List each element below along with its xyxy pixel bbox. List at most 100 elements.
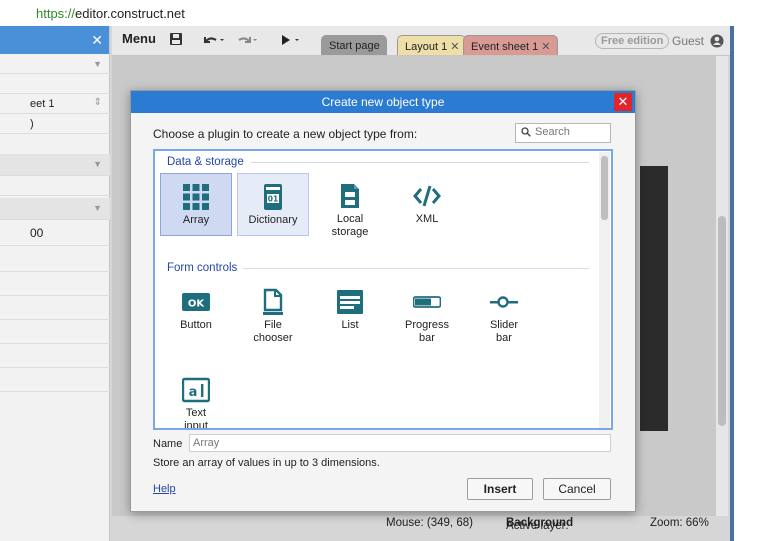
plugin-button[interactable]: OK Button [160, 279, 232, 342]
plugin-label: Text input [184, 407, 208, 430]
menu-button[interactable]: Menu [122, 31, 156, 51]
plugin-progress-bar[interactable]: Progress bar [391, 279, 463, 344]
url-host: editor.construct.net [75, 6, 185, 21]
dialog-prompt: Choose a plugin to create a new object t… [153, 127, 418, 141]
plugin-label: Progress bar [404, 319, 450, 344]
group-divider [251, 162, 589, 163]
guest-account[interactable]: Guest [672, 34, 724, 48]
status-bar: Mouse: (349, 68) Active layer: Backgroun… [378, 514, 718, 532]
dictionary-icon: 01 [259, 183, 287, 211]
zoom-level: Zoom: 66% [650, 517, 709, 529]
close-icon[interactable]: ✕ [91, 32, 103, 49]
free-edition-badge[interactable]: Free edition [595, 33, 670, 49]
file-icon [259, 288, 287, 316]
plugin-label: XML [415, 213, 439, 225]
plugin-file-chooser[interactable]: File chooser [237, 279, 309, 344]
tab-label: Event sheet 1 [471, 41, 539, 53]
plugin-dictionary[interactable]: 01 Dictionary [237, 173, 309, 236]
svg-text:01: 01 [268, 195, 278, 204]
right-edge [730, 26, 763, 541]
value-one: ) [30, 118, 34, 130]
svg-text:OK: OK [188, 299, 206, 310]
plugin-label: Local storage [331, 213, 369, 238]
main-toolbar: Menu Start page Layout 1 ✕ Event sheet 1 ✕… [112, 26, 732, 56]
plugin-description: Store an array of values in up to 3 dime… [153, 457, 380, 469]
guest-label: Guest [672, 34, 705, 48]
plugin-label: Dictionary [248, 214, 298, 226]
close-icon[interactable]: ✕ [614, 93, 632, 111]
undo-icon[interactable] [202, 34, 224, 54]
plugin-list[interactable]: Data & storage Array 01 Dictionary Local… [153, 149, 613, 430]
plugin-xml[interactable]: XML [391, 173, 463, 236]
xml-code-icon [413, 182, 441, 210]
scrollbar-thumb[interactable] [718, 216, 726, 426]
close-icon[interactable]: ✕ [450, 41, 459, 53]
canvas-scrollbar[interactable] [716, 56, 728, 516]
create-object-dialog: Create new object type ✕ Choose a plugin… [130, 90, 636, 512]
panel-row [0, 74, 110, 94]
progress-bar-icon [413, 288, 441, 316]
group-title-data-storage: Data & storage [167, 156, 244, 168]
url-protocol: https:// [36, 6, 76, 21]
group-divider [243, 268, 589, 269]
cancel-button[interactable]: Cancel [543, 478, 611, 500]
text-input-icon: a [182, 376, 210, 404]
plugin-label: Button [180, 319, 212, 331]
panel-row [0, 368, 110, 392]
svg-text:a: a [189, 385, 198, 400]
panel-row [0, 344, 110, 368]
search-icon [521, 127, 531, 137]
plugin-array[interactable]: Array [160, 173, 232, 236]
search-input[interactable]: Search [515, 123, 611, 143]
panel-row [0, 296, 110, 320]
grid-icon [182, 183, 210, 211]
active-layer-label: Active layer: [506, 520, 569, 532]
list-icon [336, 288, 364, 316]
ok-button-icon: OK [182, 288, 210, 316]
tab-start-page[interactable]: Start page [321, 35, 387, 55]
plugin-label: List [341, 319, 359, 331]
name-label: Name [153, 438, 183, 450]
plugin-slider-bar[interactable]: Slider bar [468, 279, 540, 344]
plugin-local-storage[interactable]: Local storage [314, 173, 386, 238]
scrollbar-thumb[interactable] [601, 156, 608, 220]
panel-row [0, 176, 110, 196]
slider-icon [490, 288, 518, 316]
panel-header: ✕ [0, 26, 109, 54]
panel-border [730, 26, 734, 541]
plugin-list-control[interactable]: List [314, 279, 386, 342]
updown-icon[interactable]: ⇕ [94, 97, 102, 108]
chevron-down-icon[interactable]: ▼ [93, 159, 102, 169]
chevron-down-icon[interactable]: ▼ [93, 59, 102, 69]
tab-event-sheet[interactable]: Event sheet 1 ✕ [463, 35, 558, 55]
redo-icon[interactable] [236, 34, 258, 54]
plugin-text-input[interactable]: a Text input [160, 367, 232, 430]
search-placeholder: Search [535, 126, 570, 138]
tab-label: Layout 1 [405, 41, 448, 53]
list-scrollbar[interactable] [599, 152, 610, 428]
save-icon[interactable] [169, 32, 183, 52]
panel-row [0, 320, 110, 344]
value-two: 00 [30, 226, 44, 240]
local-storage-icon [336, 182, 364, 210]
user-icon [710, 34, 724, 48]
chevron-down-icon[interactable]: ▼ [93, 203, 102, 213]
plugin-label: File chooser [253, 319, 293, 344]
panel-row [0, 272, 110, 296]
active-layer: Active layer: Background [506, 517, 573, 532]
plugin-label: Array [182, 214, 210, 226]
panel-section: ▼ [0, 198, 110, 220]
play-icon[interactable] [280, 34, 302, 54]
address-bar[interactable]: https://editor.construct.net [0, 0, 763, 26]
panel-row: ▼ [0, 54, 110, 74]
name-field[interactable]: Array [189, 434, 611, 452]
panel-row: 00 [0, 220, 110, 246]
left-panel: ✕ ▼ eet 1 ⇕ ) ▼ ▼ 00 [0, 26, 110, 541]
insert-button[interactable]: Insert [467, 478, 533, 500]
plugin-label: Slider bar [489, 319, 519, 344]
panel-section: ▼ [0, 154, 110, 176]
tab-layout[interactable]: Layout 1 ✕ [397, 35, 467, 55]
sheet-value: eet 1 [30, 98, 55, 110]
help-link[interactable]: Help [153, 483, 176, 495]
close-icon[interactable]: ✕ [541, 41, 550, 53]
